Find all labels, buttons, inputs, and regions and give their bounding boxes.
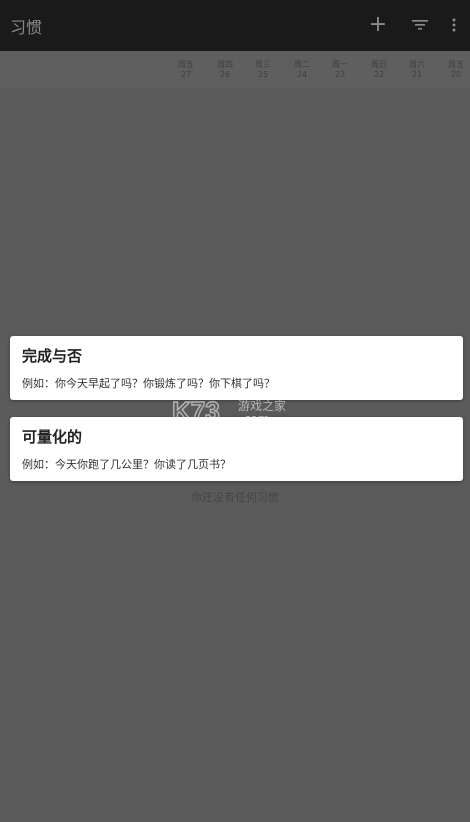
day-weekday: 周三 (255, 60, 271, 69)
plus-icon: + (368, 12, 388, 37)
app-title: 习惯 (10, 18, 43, 37)
add-habit-button[interactable]: + (364, 10, 392, 40)
day-column: 周五 20 (437, 60, 470, 80)
watermark-logo: K73 游戏之家 .com (171, 395, 302, 428)
filter-button[interactable] (406, 10, 434, 40)
day-weekday: 周二 (294, 60, 310, 69)
option-description: 例如：今天你跑了几公里？你读了几页书？ (22, 458, 231, 471)
more-options-button[interactable] (440, 10, 468, 40)
more-vert-icon (452, 18, 456, 32)
day-column: 周五 27 (167, 60, 205, 80)
day-weekday: 周六 (409, 60, 425, 69)
day-weekday: 周日 (371, 60, 387, 69)
day-date: 24 (296, 70, 308, 79)
day-weekday: 周五 (448, 60, 464, 69)
option-title: 可量化的 (22, 428, 83, 446)
day-date: 25 (257, 70, 269, 79)
day-date: 27 (180, 70, 192, 79)
svg-text:K73: K73 (172, 396, 220, 426)
app-bar: 习惯 + (0, 0, 470, 51)
day-column: 周四 26 (206, 60, 244, 80)
day-column: 周日 22 (360, 60, 398, 80)
option-title: 完成与否 (22, 347, 83, 365)
option-description: 例如：你今天早起了吗？你锻炼了吗？你下棋了吗？ (22, 377, 275, 390)
empty-state-text: 你还没有任何习惯 (191, 491, 279, 504)
svg-text:游戏之家: 游戏之家 (238, 398, 286, 413)
day-date: 22 (373, 70, 385, 79)
habit-type-yes-no-option[interactable]: 完成与否 例如：你今天早起了吗？你锻炼了吗？你下棋了吗？ (10, 336, 463, 400)
svg-text:.com: .com (240, 412, 269, 426)
day-date: 21 (411, 70, 423, 79)
day-weekday: 周五 (178, 60, 194, 69)
day-date: 23 (334, 70, 346, 79)
day-header: 周五 27 周四 26 周三 25 周二 24 周一 23 周日 22 周六 2… (0, 51, 470, 90)
filter-icon (412, 20, 428, 30)
day-column: 周三 25 (244, 60, 282, 80)
day-date: 20 (450, 70, 462, 79)
day-column: 周一 23 (321, 60, 359, 80)
day-date: 26 (219, 70, 231, 79)
day-column: 周六 21 (398, 60, 436, 80)
day-weekday: 周一 (332, 60, 348, 69)
day-column: 周二 24 (283, 60, 321, 80)
day-weekday: 周四 (217, 60, 233, 69)
